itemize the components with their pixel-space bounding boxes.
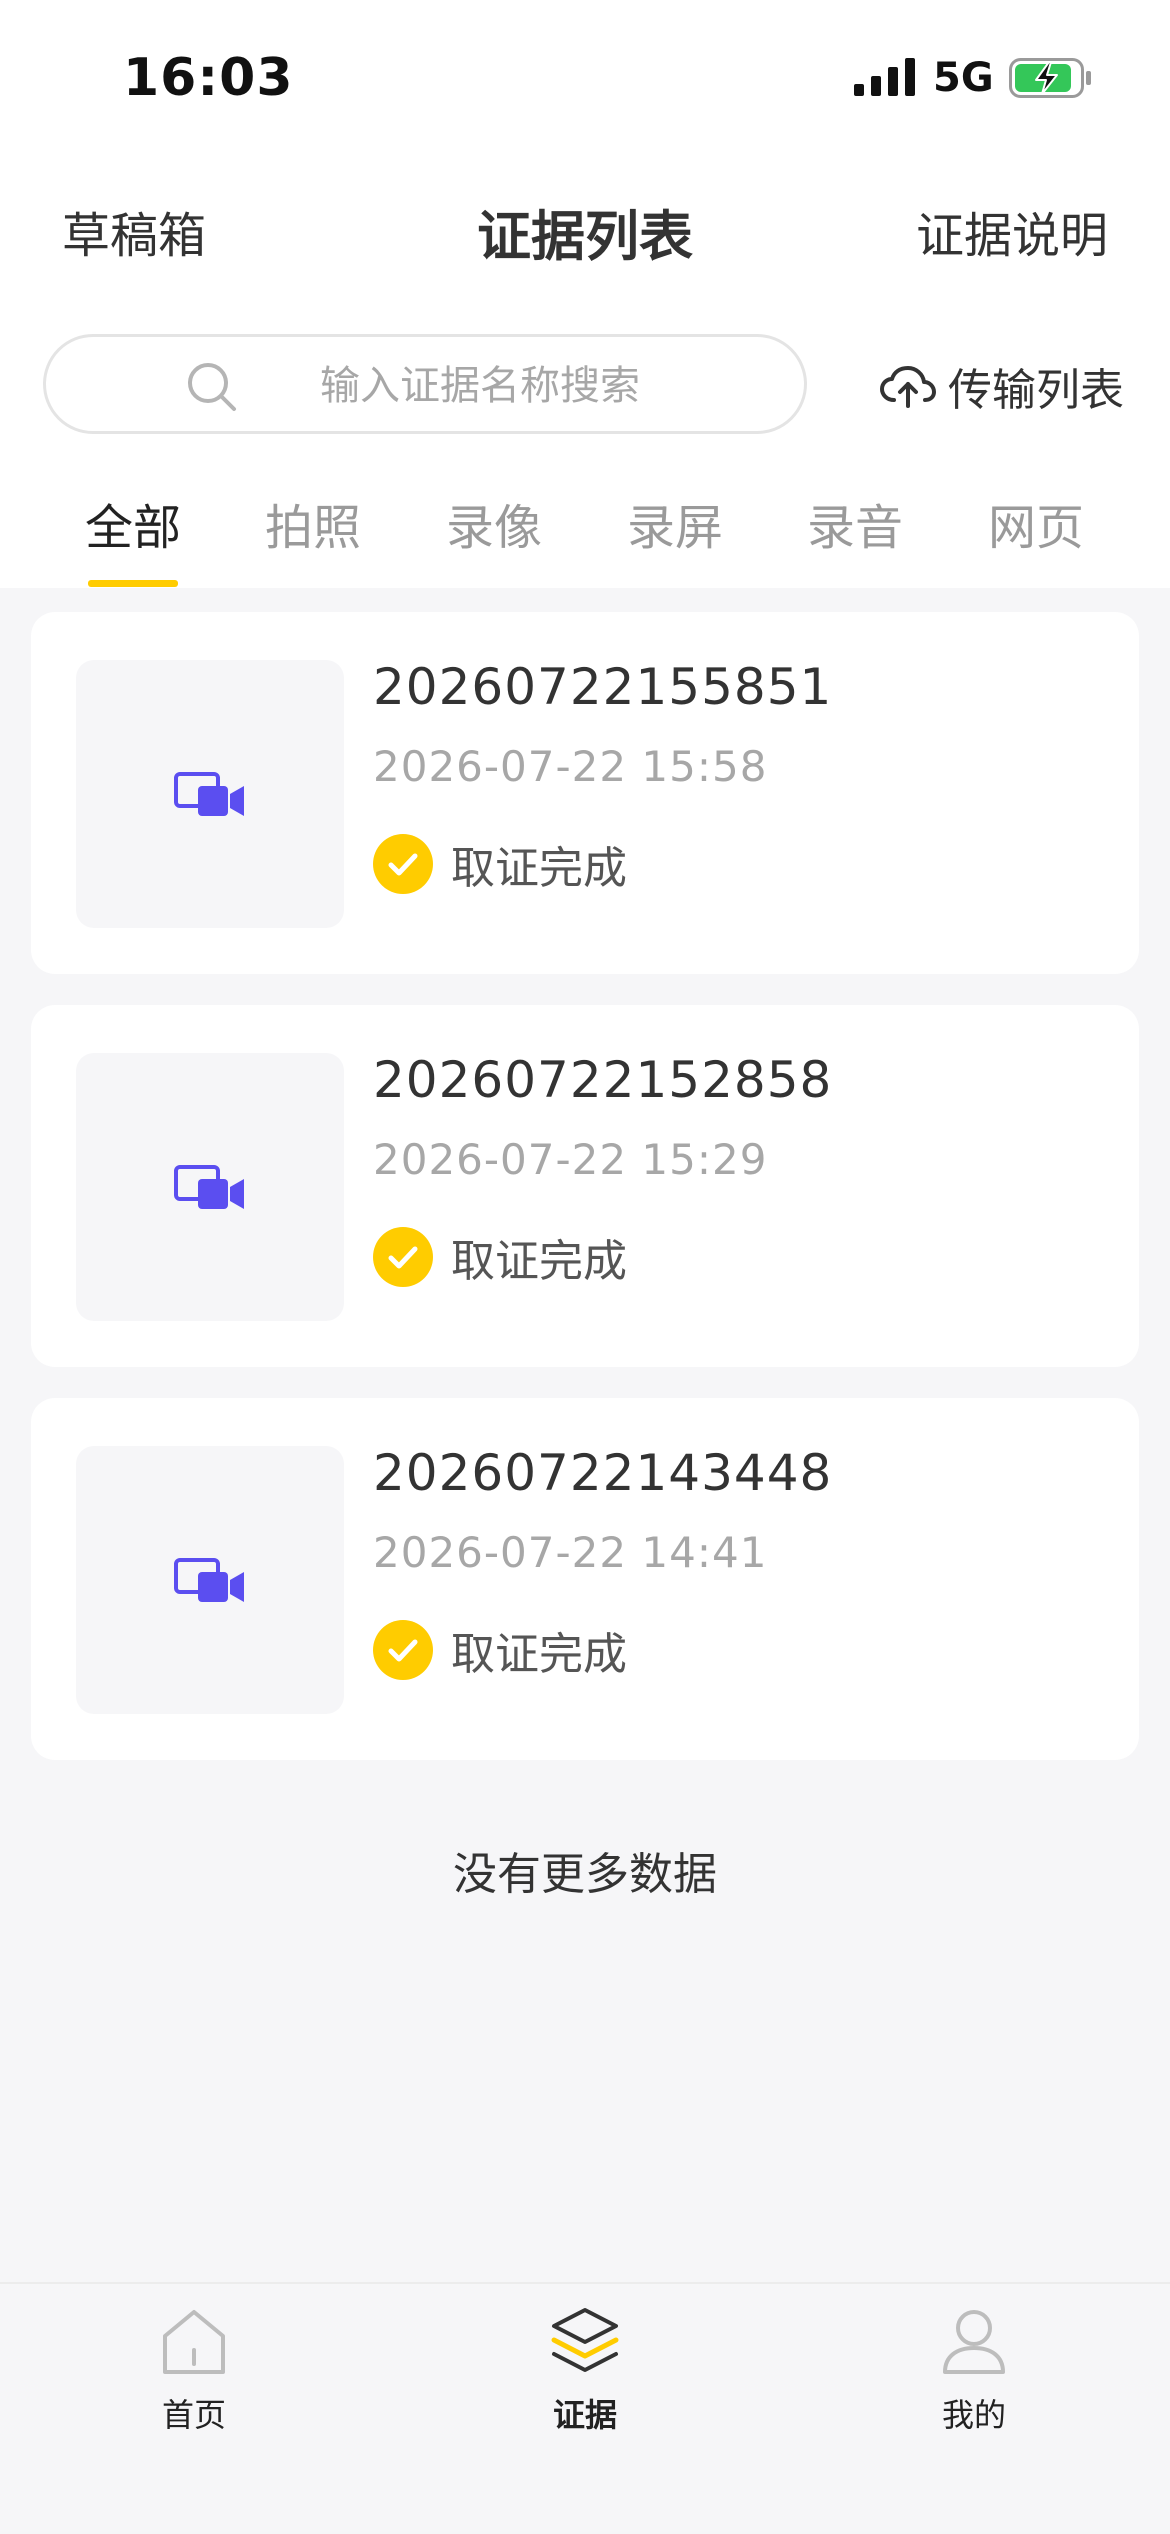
evidence-card[interactable]: 20260722152858 2026-07-22 15:29 取证完成 (31, 1005, 1139, 1367)
check-circle-icon (373, 834, 433, 894)
nav-home-label: 首页 (161, 2396, 226, 2434)
cloud-upload-icon (880, 366, 936, 408)
bottom-nav: 首页 证据 我的 (0, 2282, 1170, 2534)
search-icon (188, 363, 236, 411)
evidence-name: 20260722152858 (373, 1051, 833, 1109)
category-tabs: 全部 拍照 录像 录屏 录音 网页 (0, 488, 1170, 588)
tab-screen-record[interactable]: 录屏 (605, 488, 745, 588)
evidence-time: 2026-07-22 15:58 (373, 742, 768, 791)
evidence-status: 取证完成 (373, 832, 627, 896)
signal-strength-icon (854, 58, 915, 96)
evidence-name: 20260722143448 (373, 1444, 833, 1502)
evidence-time: 2026-07-22 15:29 (373, 1135, 768, 1184)
nav-profile-label: 我的 (941, 2396, 1006, 2434)
nav-evidence[interactable]: 证据 (485, 2304, 685, 2444)
video-camera-icon (174, 1165, 244, 1209)
tab-audio[interactable]: 录音 (785, 488, 925, 588)
video-camera-icon (174, 772, 244, 816)
tab-photo[interactable]: 拍照 (243, 488, 383, 588)
layers-icon (551, 2308, 619, 2372)
transfer-list-button[interactable]: 传输列表 (880, 356, 1124, 416)
active-tab-indicator (88, 580, 178, 587)
evidence-help-link[interactable]: 证据说明 (916, 196, 1108, 266)
evidence-thumbnail (76, 1446, 344, 1714)
battery-charging-icon (1009, 58, 1091, 98)
evidence-status: 取证完成 (373, 1225, 627, 1289)
profile-icon (943, 2310, 1005, 2374)
status-label: 取证完成 (451, 843, 627, 894)
evidence-card[interactable]: 20260722143448 2026-07-22 14:41 取证完成 (31, 1398, 1139, 1760)
evidence-card[interactable]: 20260722155851 2026-07-22 15:58 取证完成 (31, 612, 1139, 974)
evidence-status: 取证完成 (373, 1618, 627, 1682)
status-time: 16:03 (123, 48, 294, 108)
network-type: 5G (933, 55, 994, 101)
evidence-thumbnail (76, 1053, 344, 1321)
tab-webpage[interactable]: 网页 (966, 488, 1106, 588)
evidence-thumbnail (76, 660, 344, 928)
evidence-name: 20260722155851 (373, 658, 833, 716)
nav-evidence-label: 证据 (552, 2396, 617, 2434)
tab-all[interactable]: 全部 (63, 488, 203, 588)
video-camera-icon (174, 1558, 244, 1602)
tab-video[interactable]: 录像 (424, 488, 564, 588)
nav-home[interactable]: 首页 (94, 2304, 294, 2444)
search-box[interactable] (43, 334, 807, 434)
check-circle-icon (373, 1620, 433, 1680)
search-input[interactable] (318, 355, 782, 417)
transfer-list-label: 传输列表 (948, 365, 1124, 416)
status-label: 取证完成 (451, 1236, 627, 1287)
nav-profile[interactable]: 我的 (874, 2304, 1074, 2444)
home-icon (163, 2310, 225, 2374)
no-more-data-text: 没有更多数据 (453, 1849, 717, 1900)
status-label: 取证完成 (451, 1629, 627, 1680)
check-circle-icon (373, 1227, 433, 1287)
evidence-time: 2026-07-22 14:41 (373, 1528, 768, 1577)
